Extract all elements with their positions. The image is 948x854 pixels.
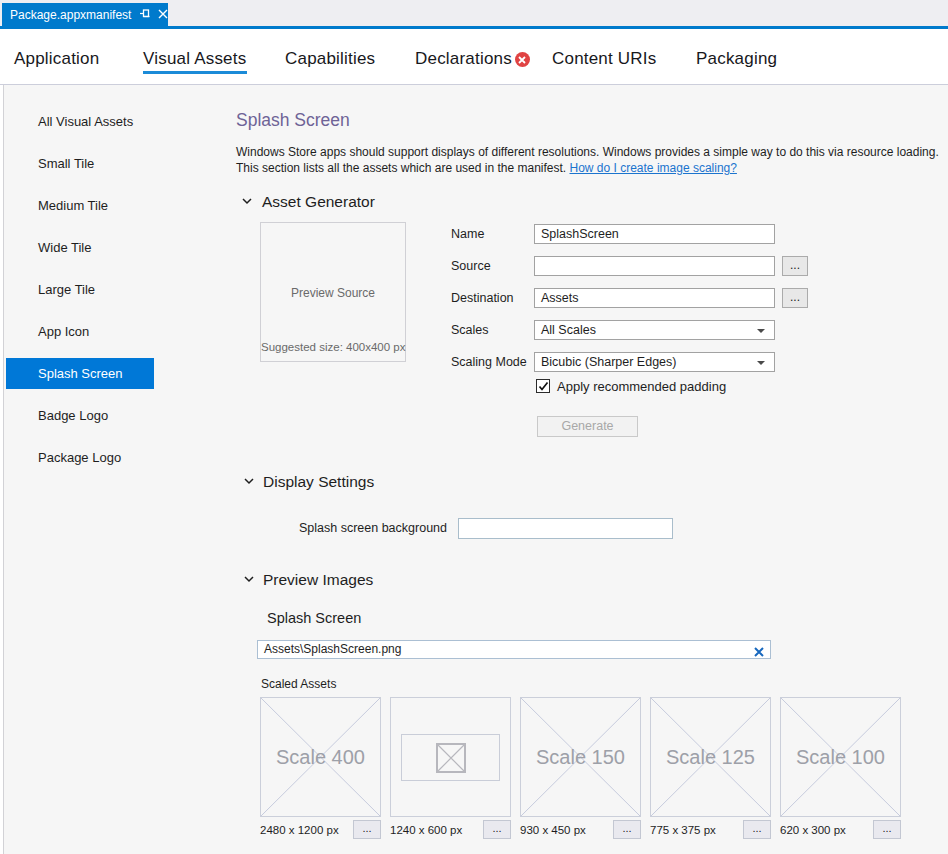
sidebar-item-wide-tile[interactable]: Wide Tile: [0, 226, 200, 268]
asset-scale-200: 1240 x 600 px ...: [390, 697, 511, 839]
sidebar-item-all-visual-assets[interactable]: All Visual Assets: [0, 100, 200, 142]
chevron-down-icon[interactable]: [242, 198, 252, 205]
sidebar: All Visual Assets Small Tile Medium Tile…: [0, 100, 200, 478]
asset-size-label: 1240 x 600 px: [390, 824, 462, 836]
tab-visual-assets[interactable]: Visual Assets: [143, 49, 246, 69]
generate-button[interactable]: Generate: [537, 416, 638, 437]
preview-source-box: Preview Source Suggested size: 400x400 p…: [260, 222, 406, 362]
sidebar-item-medium-tile[interactable]: Medium Tile: [0, 184, 200, 226]
asset-size-label: 775 x 375 px: [650, 824, 716, 836]
source-label: Source: [451, 259, 491, 273]
asset-size-label: 930 x 450 px: [520, 824, 586, 836]
asset-browse-button[interactable]: ...: [353, 820, 381, 839]
scaling-mode-label: Scaling Mode: [451, 355, 527, 369]
tab-packaging[interactable]: Packaging: [696, 49, 777, 69]
section-preview-images[interactable]: Preview Images: [263, 571, 373, 589]
splash-bg-label: Splash screen background: [236, 521, 447, 535]
section-display-settings[interactable]: Display Settings: [263, 473, 374, 491]
sidebar-item-splash-screen[interactable]: Splash Screen: [0, 352, 200, 394]
scaled-assets-row: Scale 400 2480 x 1200 px ... 1240 x 600 …: [260, 697, 901, 839]
tab-declarations[interactable]: Declarations: [415, 49, 530, 69]
document-tab-strip: Package.appxmanifest: [0, 0, 948, 26]
dropdown-arrow-icon: [757, 329, 765, 333]
document-tab-title: Package.appxmanifest: [10, 8, 131, 22]
asset-generator-form: Name SplashScreen Source ... Destination…: [450, 224, 810, 416]
splash-screen-sublabel: Splash Screen: [267, 610, 361, 626]
tab-content-uris[interactable]: Content URIs: [552, 49, 656, 69]
chevron-down-icon[interactable]: [244, 478, 254, 485]
preview-source-label: Preview Source: [261, 286, 405, 300]
scales-label: Scales: [451, 323, 489, 337]
sidebar-item-app-icon[interactable]: App Icon: [0, 310, 200, 352]
asset-browse-button[interactable]: ...: [743, 820, 771, 839]
asset-scale-100: Scale 100 620 x 300 px ...: [780, 697, 901, 839]
apply-padding-label: Apply recommended padding: [557, 379, 726, 394]
asset-placeholder: Scale 100: [780, 697, 901, 817]
asset-size-label: 620 x 300 px: [780, 824, 846, 836]
apply-padding-checkbox[interactable]: [536, 379, 550, 393]
asset-placeholder: Scale 150: [520, 697, 641, 817]
asset-browse-button[interactable]: ...: [613, 820, 641, 839]
image-frame: [401, 734, 500, 781]
suggested-size-label: Suggested size: 400x400 px: [261, 341, 405, 353]
chevron-down-icon[interactable]: [244, 576, 254, 583]
pin-icon[interactable]: [139, 7, 151, 22]
clear-icon[interactable]: [754, 645, 764, 662]
dropdown-arrow-icon: [757, 361, 765, 365]
asset-scale-150: Scale 150 930 x 450 px ...: [520, 697, 641, 839]
image-scaling-link[interactable]: How do I create image scaling?: [570, 161, 737, 175]
asset-image-preview: [390, 697, 511, 817]
selected-tab-underline: [143, 71, 247, 74]
splash-path-input[interactable]: Assets\SplashScreen.png: [257, 640, 771, 659]
page-title: Splash Screen: [236, 110, 350, 131]
source-browse-button[interactable]: ...: [782, 256, 808, 276]
tab-capabilities[interactable]: Capabilities: [285, 49, 375, 69]
sidebar-item-badge-logo[interactable]: Badge Logo: [0, 394, 200, 436]
tab-application[interactable]: Application: [14, 49, 99, 69]
sidebar-item-small-tile[interactable]: Small Tile: [0, 142, 200, 184]
scaled-assets-label: Scaled Assets: [261, 677, 336, 691]
asset-browse-button[interactable]: ...: [483, 820, 511, 839]
sidebar-item-large-tile[interactable]: Large Tile: [0, 268, 200, 310]
image-placeholder-icon: [436, 743, 466, 773]
name-input[interactable]: SplashScreen: [534, 224, 775, 244]
destination-input[interactable]: Assets: [534, 288, 775, 308]
splash-bg-input[interactable]: [458, 518, 673, 539]
description-line2: This section lists all the assets which …: [236, 160, 939, 176]
name-label: Name: [451, 227, 484, 241]
asset-size-label: 2480 x 1200 px: [260, 824, 339, 836]
close-icon[interactable]: [158, 8, 168, 22]
document-tab[interactable]: Package.appxmanifest: [2, 3, 168, 26]
scaling-mode-select[interactable]: Bicubic (Sharper Edges): [534, 352, 775, 372]
asset-placeholder: Scale 400: [260, 697, 381, 817]
sidebar-item-package-logo[interactable]: Package Logo: [0, 436, 200, 478]
asset-scale-400: Scale 400 2480 x 1200 px ...: [260, 697, 381, 839]
asset-placeholder: Scale 125: [650, 697, 771, 817]
tab-strip-accent-line: [0, 26, 948, 29]
error-icon: [515, 52, 530, 67]
asset-browse-button[interactable]: ...: [873, 820, 901, 839]
section-asset-generator[interactable]: Asset Generator: [262, 193, 375, 211]
source-input[interactable]: [534, 256, 775, 276]
description-line1: Windows Store apps should support displa…: [236, 144, 939, 160]
scales-select[interactable]: All Scales: [534, 320, 775, 340]
destination-browse-button[interactable]: ...: [782, 288, 808, 308]
asset-scale-125: Scale 125 775 x 375 px ...: [650, 697, 771, 839]
destination-label: Destination: [451, 291, 514, 305]
checkmark-icon: [538, 381, 549, 392]
description: Windows Store apps should support displa…: [236, 144, 939, 176]
